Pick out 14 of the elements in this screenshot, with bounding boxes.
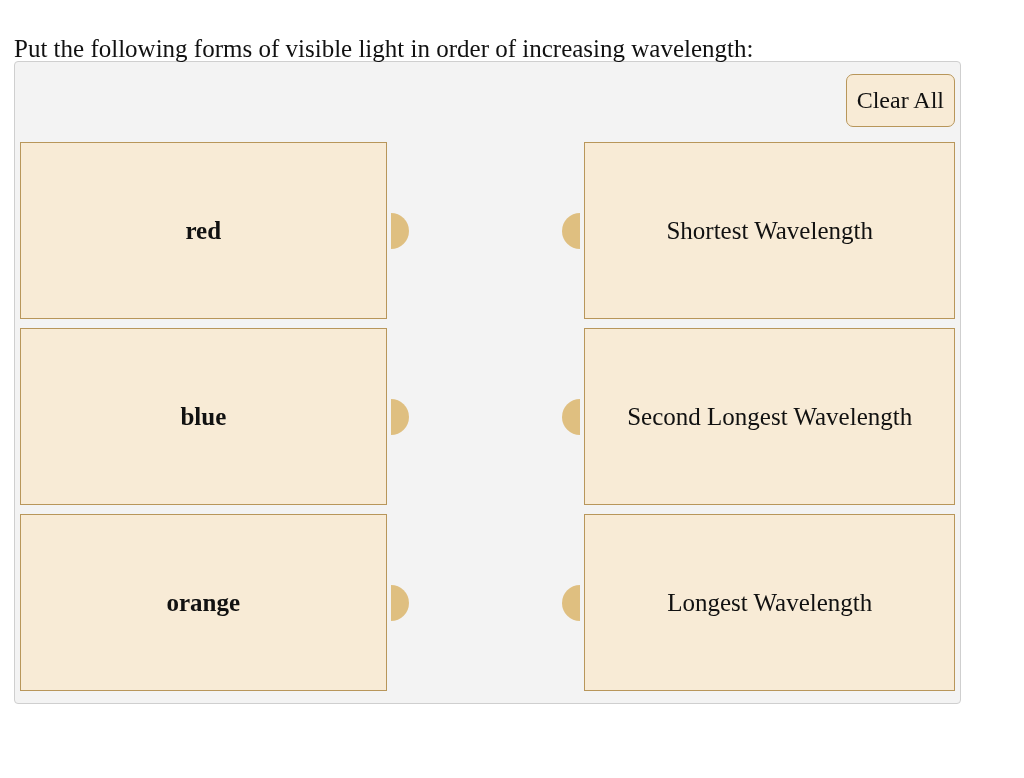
question-text: Put the following forms of visible light in order of increasing wavelength: bbox=[14, 34, 755, 61]
drop-target[interactable]: Longest Wavelength bbox=[584, 514, 955, 691]
connector-knob-icon[interactable] bbox=[390, 212, 411, 249]
draggable-item[interactable]: red bbox=[20, 142, 387, 319]
connector-knob-icon[interactable] bbox=[560, 584, 581, 621]
draggable-item[interactable]: blue bbox=[20, 328, 387, 505]
drop-target[interactable]: Second Longest Wavelength bbox=[584, 328, 955, 505]
connector-knob-icon[interactable] bbox=[390, 398, 411, 435]
draggable-item[interactable]: orange bbox=[20, 514, 387, 691]
clear-all-button[interactable]: Clear All bbox=[845, 74, 955, 127]
connector-knob-icon[interactable] bbox=[560, 398, 581, 435]
connector-knob-icon[interactable] bbox=[390, 584, 411, 621]
drop-target[interactable]: Shortest Wavelength bbox=[584, 142, 955, 319]
connector-knob-icon[interactable] bbox=[560, 212, 581, 249]
